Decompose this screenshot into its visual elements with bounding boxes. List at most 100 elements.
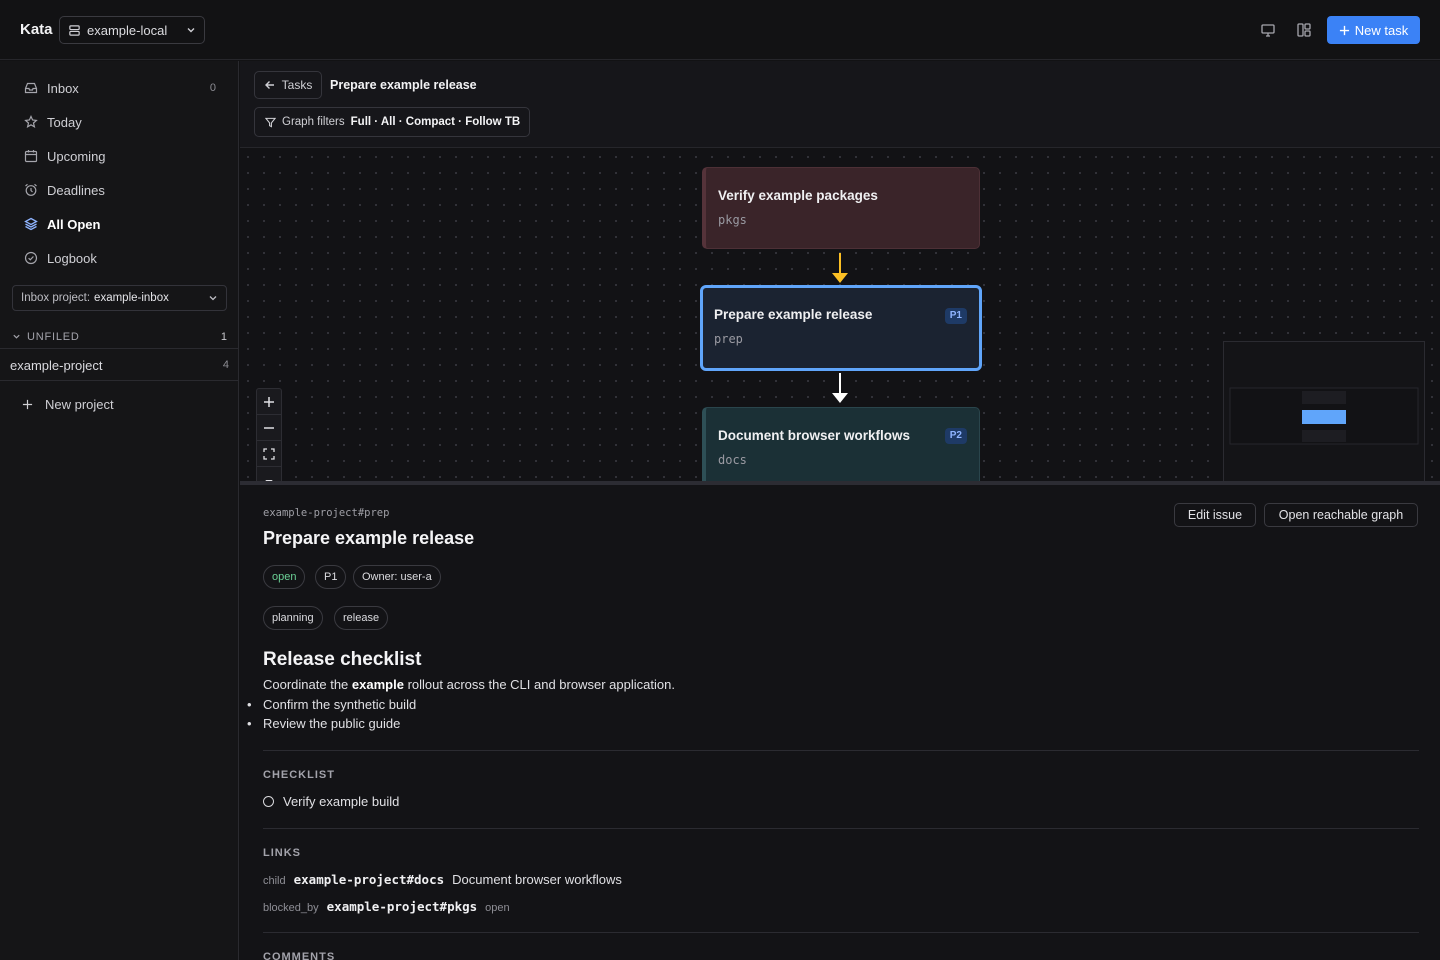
unchecked-circle-icon[interactable]	[263, 796, 274, 807]
project-name: example-project	[10, 357, 103, 373]
zoom-out-button[interactable]	[257, 415, 281, 441]
new-project-label: New project	[45, 397, 114, 412]
plus-icon	[22, 399, 33, 410]
workspace-name: example-local	[87, 22, 168, 38]
workspace-selector[interactable]: example-local	[59, 16, 205, 44]
inbox-icon	[24, 81, 38, 95]
back-to-tasks-button[interactable]: Tasks	[254, 71, 322, 99]
fit-view-button[interactable]	[257, 441, 281, 467]
sidebar-item-deadlines[interactable]: Deadlines	[12, 175, 228, 205]
node-title: Prepare example release	[714, 307, 873, 322]
sidebar-item-upcoming[interactable]: Upcoming	[12, 141, 228, 171]
sidebar-item-inbox[interactable]: Inbox 0	[12, 73, 228, 103]
sidebar-item-label: Deadlines	[47, 182, 105, 198]
unfiled-label: UNFILED	[27, 330, 80, 343]
links-heading: LINKS	[263, 847, 301, 859]
new-task-button[interactable]: New task	[1327, 16, 1420, 44]
issue-detail-panel: example-project#prep Prepare example rel…	[240, 485, 1440, 960]
link-status: open	[485, 902, 510, 914]
unfiled-group-toggle[interactable]: UNFILED 1	[0, 325, 239, 349]
layout-icon[interactable]	[1294, 20, 1314, 40]
edge-prep-to-docs	[832, 373, 848, 403]
link-row[interactable]: blocked_by example-project#pkgs open	[263, 899, 510, 914]
task-header: Tasks Prepare example release Graph filt…	[240, 61, 1440, 148]
priority-badge: P2	[944, 428, 967, 444]
owner-badge: Owner: user-a	[353, 565, 441, 589]
node-title: Verify example packages	[718, 188, 878, 203]
sidebar-item-today[interactable]: Today	[12, 107, 228, 137]
minus-icon	[264, 426, 274, 429]
open-reachable-graph-button[interactable]: Open reachable graph	[1264, 503, 1418, 527]
sidebar-item-logbook[interactable]: Logbook	[12, 243, 228, 273]
sidebar-item-label: Inbox	[47, 80, 79, 96]
graph-minimap[interactable]	[1223, 341, 1425, 483]
inbox-project-select[interactable]: Inbox project: example-inbox	[12, 285, 227, 311]
chevron-down-icon	[186, 25, 196, 35]
monitor-icon[interactable]	[1258, 20, 1278, 40]
link-ref[interactable]: example-project#pkgs	[327, 899, 478, 914]
link-text: Document browser workflows	[452, 872, 622, 887]
zoom-in-button[interactable]	[257, 389, 281, 415]
description-bullet: Review the public guide	[247, 716, 400, 731]
page-title: Prepare example release	[330, 78, 477, 92]
checklist-item[interactable]: Verify example build	[263, 794, 399, 809]
sidebar-item-all-open[interactable]: All Open	[12, 209, 228, 239]
link-ref[interactable]: example-project#docs	[294, 872, 445, 887]
edge-pkgs-to-prep	[832, 253, 848, 283]
description-bullet: Confirm the synthetic build	[247, 697, 416, 712]
top-bar: Kata example-local New task	[0, 0, 1440, 60]
description-heading: Release checklist	[263, 649, 422, 670]
plus-icon	[264, 396, 274, 407]
node-slug: pkgs	[718, 213, 747, 227]
filter-icon	[265, 117, 276, 128]
project-item-example-project[interactable]: example-project 4	[0, 350, 239, 381]
fullscreen-icon	[263, 447, 275, 460]
new-project-button[interactable]: New project	[22, 397, 114, 412]
new-task-label: New task	[1354, 22, 1409, 38]
label-chip[interactable]: planning	[263, 606, 323, 630]
link-row[interactable]: child example-project#docs Document brow…	[263, 872, 622, 887]
comments-heading: COMMENTS	[263, 951, 336, 960]
graph-node-prep[interactable]: Prepare example release prep P1	[700, 285, 982, 371]
priority-badge: P1	[315, 565, 347, 589]
sidebar-item-label: Upcoming	[47, 148, 106, 164]
checklist-heading: CHECKLIST	[263, 769, 335, 781]
star-icon	[24, 115, 38, 129]
edit-issue-button[interactable]: Edit issue	[1174, 503, 1256, 527]
graph-node-docs[interactable]: Document browser workflows docs P2	[702, 407, 980, 483]
inbox-project-prefix: Inbox project:	[21, 292, 91, 304]
node-slug: prep	[714, 332, 743, 346]
issue-id: example-project#prep	[263, 507, 390, 519]
arrow-left-icon	[264, 79, 276, 91]
app-brand: Kata	[20, 21, 53, 38]
sidebar-item-label: Logbook	[47, 250, 97, 266]
graph-node-pkgs[interactable]: Verify example packages pkgs	[702, 167, 980, 249]
project-count: 4	[222, 359, 229, 371]
link-kind: blocked_by	[263, 902, 319, 914]
calendar-icon	[24, 149, 38, 163]
node-title: Document browser workflows	[718, 428, 911, 443]
check-circle-icon	[24, 251, 38, 265]
priority-badge: P1	[944, 308, 967, 324]
divider	[263, 828, 1419, 829]
sidebar-item-label: Today	[47, 114, 82, 130]
checklist-item-text: Verify example build	[283, 794, 400, 809]
alarm-clock-icon	[24, 183, 38, 197]
graph-filters-label: Graph filters	[282, 116, 345, 128]
divider	[263, 932, 1419, 933]
description-paragraph: Coordinate the example rollout across th…	[263, 677, 675, 692]
issue-title: Prepare example release	[263, 528, 475, 548]
status-badge: open	[263, 565, 306, 589]
layers-icon	[24, 217, 38, 231]
zoom-controls	[256, 388, 282, 483]
plus-icon	[1339, 25, 1350, 36]
node-slug: docs	[718, 453, 747, 467]
dependency-graph[interactable]: Verify example packages pkgs Prepare exa…	[240, 149, 1440, 483]
chevron-down-icon	[208, 293, 218, 303]
label-chip[interactable]: release	[334, 606, 389, 630]
inbox-count: 0	[209, 82, 216, 94]
graph-filters-button[interactable]: Graph filters Full · All · Compact · Fol…	[254, 107, 530, 137]
graph-filters-value: Full · All · Compact · Follow TB	[350, 116, 521, 128]
inbox-project-value: example-inbox	[94, 292, 169, 304]
chevron-down-icon	[12, 332, 21, 341]
